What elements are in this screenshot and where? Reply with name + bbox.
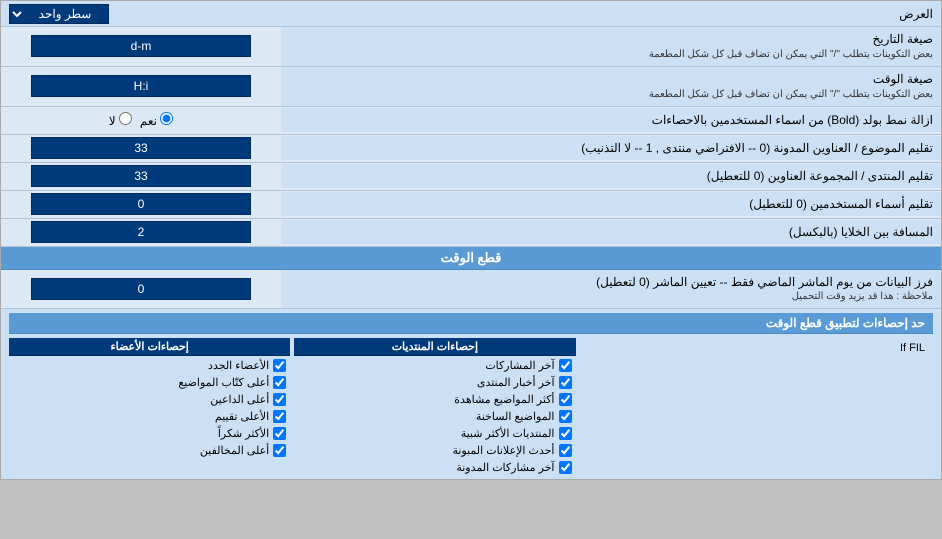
usernames-align-input[interactable]: [31, 193, 251, 215]
subject-align-label: تقليم الموضوع / العناوين المدونة (0 -- ا…: [281, 136, 941, 161]
realtime-input[interactable]: [31, 278, 251, 300]
main-container: العرض سطر واحد سطران ثلاثة أسطر صيغة الت…: [0, 0, 942, 480]
subject-align-input-wrap: [1, 135, 281, 161]
bold-remove-input-wrap: نعم لا: [1, 110, 281, 130]
members-stats-checkbox-0[interactable]: [273, 359, 286, 372]
members-stats-checkbox-2[interactable]: [273, 393, 286, 406]
bold-radio-group: نعم لا: [109, 112, 174, 128]
bold-radio-no-label[interactable]: لا: [109, 112, 132, 128]
bold-radio-no[interactable]: [119, 112, 132, 125]
realtime-section-header: قطع الوقت: [1, 247, 941, 270]
forums-stats-checkbox-0[interactable]: [559, 359, 572, 372]
display-select[interactable]: سطر واحد سطران ثلاثة أسطر: [9, 4, 109, 24]
time-format-row: صيغة الوقت بعض التكوينات يتطلب "/" التي …: [1, 67, 941, 107]
cell-spacing-input[interactable]: [31, 221, 251, 243]
forums-stats-item-0: آخر المشاركات: [294, 358, 575, 373]
forum-align-input[interactable]: [31, 165, 251, 187]
forums-stats-checkbox-4[interactable]: [559, 427, 572, 440]
forum-align-input-wrap: [1, 163, 281, 189]
usernames-align-label: تقليم أسماء المستخدمين (0 للتعطيل): [281, 192, 941, 217]
forum-align-label: تقليم المنتدى / المجموعة العناوين (0 للت…: [281, 164, 941, 189]
members-stats-item-0: الأعضاء الجدد: [9, 358, 290, 373]
forum-align-row: تقليم المنتدى / المجموعة العناوين (0 للت…: [1, 163, 941, 191]
members-stats-checkbox-4[interactable]: [273, 427, 286, 440]
bold-remove-row: ازالة نمط بولد (Bold) من اسماء المستخدمي…: [1, 107, 941, 135]
members-stats-item-4: الأكثر شكراً: [9, 426, 290, 441]
cell-spacing-input-wrap: [1, 219, 281, 245]
forums-stats-checkbox-5[interactable]: [559, 444, 572, 457]
forums-stats-checkbox-3[interactable]: [559, 410, 572, 423]
display-row: العرض سطر واحد سطران ثلاثة أسطر: [1, 1, 941, 27]
forums-stats-checkbox-2[interactable]: [559, 393, 572, 406]
bold-radio-yes-label[interactable]: نعم: [140, 112, 173, 128]
subject-align-row: تقليم الموضوع / العناوين المدونة (0 -- ا…: [1, 135, 941, 163]
date-format-input-wrap: [1, 33, 281, 59]
bold-remove-label: ازالة نمط بولد (Bold) من اسماء المستخدمي…: [281, 108, 941, 133]
members-stats-checkbox-1[interactable]: [273, 376, 286, 389]
forums-stats-item-1: آخر أخبار المنتدى: [294, 375, 575, 390]
members-stats-header: إحصاءات الأعضاء: [9, 338, 290, 356]
members-stats-item-5: أعلى المخالفين: [9, 443, 290, 458]
time-format-label: صيغة الوقت بعض التكوينات يتطلب "/" التي …: [281, 67, 941, 106]
forums-stats-item-5: أحدث الإعلانات المبونة: [294, 443, 575, 458]
realtime-label: فرز البيانات من يوم الماشر الماضي فقط --…: [281, 270, 941, 309]
forums-stats-checkbox-6[interactable]: [559, 461, 572, 474]
date-format-input[interactable]: [31, 35, 251, 57]
forums-stats-checkbox-1[interactable]: [559, 376, 572, 389]
realtime-input-wrap: [1, 276, 281, 302]
time-format-input[interactable]: [31, 75, 251, 97]
forums-stats-item-4: المنتديات الأكثر شبية: [294, 426, 575, 441]
members-stats-col: إحصاءات الأعضاء الأعضاء الجدد أعلى كتّاب…: [9, 338, 290, 475]
members-stats-checkbox-3[interactable]: [273, 410, 286, 423]
cell-spacing-label: المسافة بين الخلايا (بالبكسل): [281, 220, 941, 245]
stats-columns: If FIL إحصاءات المنتديات آخر المشاركات آ…: [9, 338, 933, 475]
forums-stats-item-2: أكثر المواضيع مشاهدة: [294, 392, 575, 407]
stats-limit-header: حد إحصاءات لتطبيق قطع الوقت: [9, 313, 933, 334]
forums-stats-header: إحصاءات المنتديات: [294, 338, 575, 356]
display-label: العرض: [899, 7, 933, 21]
realtime-row: فرز البيانات من يوم الماشر الماضي فقط --…: [1, 270, 941, 310]
usernames-align-row: تقليم أسماء المستخدمين (0 للتعطيل): [1, 191, 941, 219]
right-label-col: If FIL: [580, 338, 934, 475]
stats-section: حد إحصاءات لتطبيق قطع الوقت If FIL إحصاء…: [1, 309, 941, 479]
usernames-align-input-wrap: [1, 191, 281, 217]
members-stats-item-1: أعلى كتّاب المواضيع: [9, 375, 290, 390]
forums-stats-col: إحصاءات المنتديات آخر المشاركات آخر أخبا…: [294, 338, 575, 475]
time-format-input-wrap: [1, 73, 281, 99]
forums-stats-item-3: المواضيع الساخنة: [294, 409, 575, 424]
members-stats-checkbox-5[interactable]: [273, 444, 286, 457]
subject-align-input[interactable]: [31, 137, 251, 159]
cell-spacing-row: المسافة بين الخلايا (بالبكسل): [1, 219, 941, 247]
forums-stats-item-6: آخر مشاركات المدونة: [294, 460, 575, 475]
date-format-label: صيغة التاريخ بعض التكوينات يتطلب "/" الت…: [281, 27, 941, 66]
members-stats-item-2: أعلى الداعين: [9, 392, 290, 407]
date-format-row: صيغة التاريخ بعض التكوينات يتطلب "/" الت…: [1, 27, 941, 67]
members-stats-item-3: الأعلى تقييم: [9, 409, 290, 424]
bold-radio-yes[interactable]: [160, 112, 173, 125]
